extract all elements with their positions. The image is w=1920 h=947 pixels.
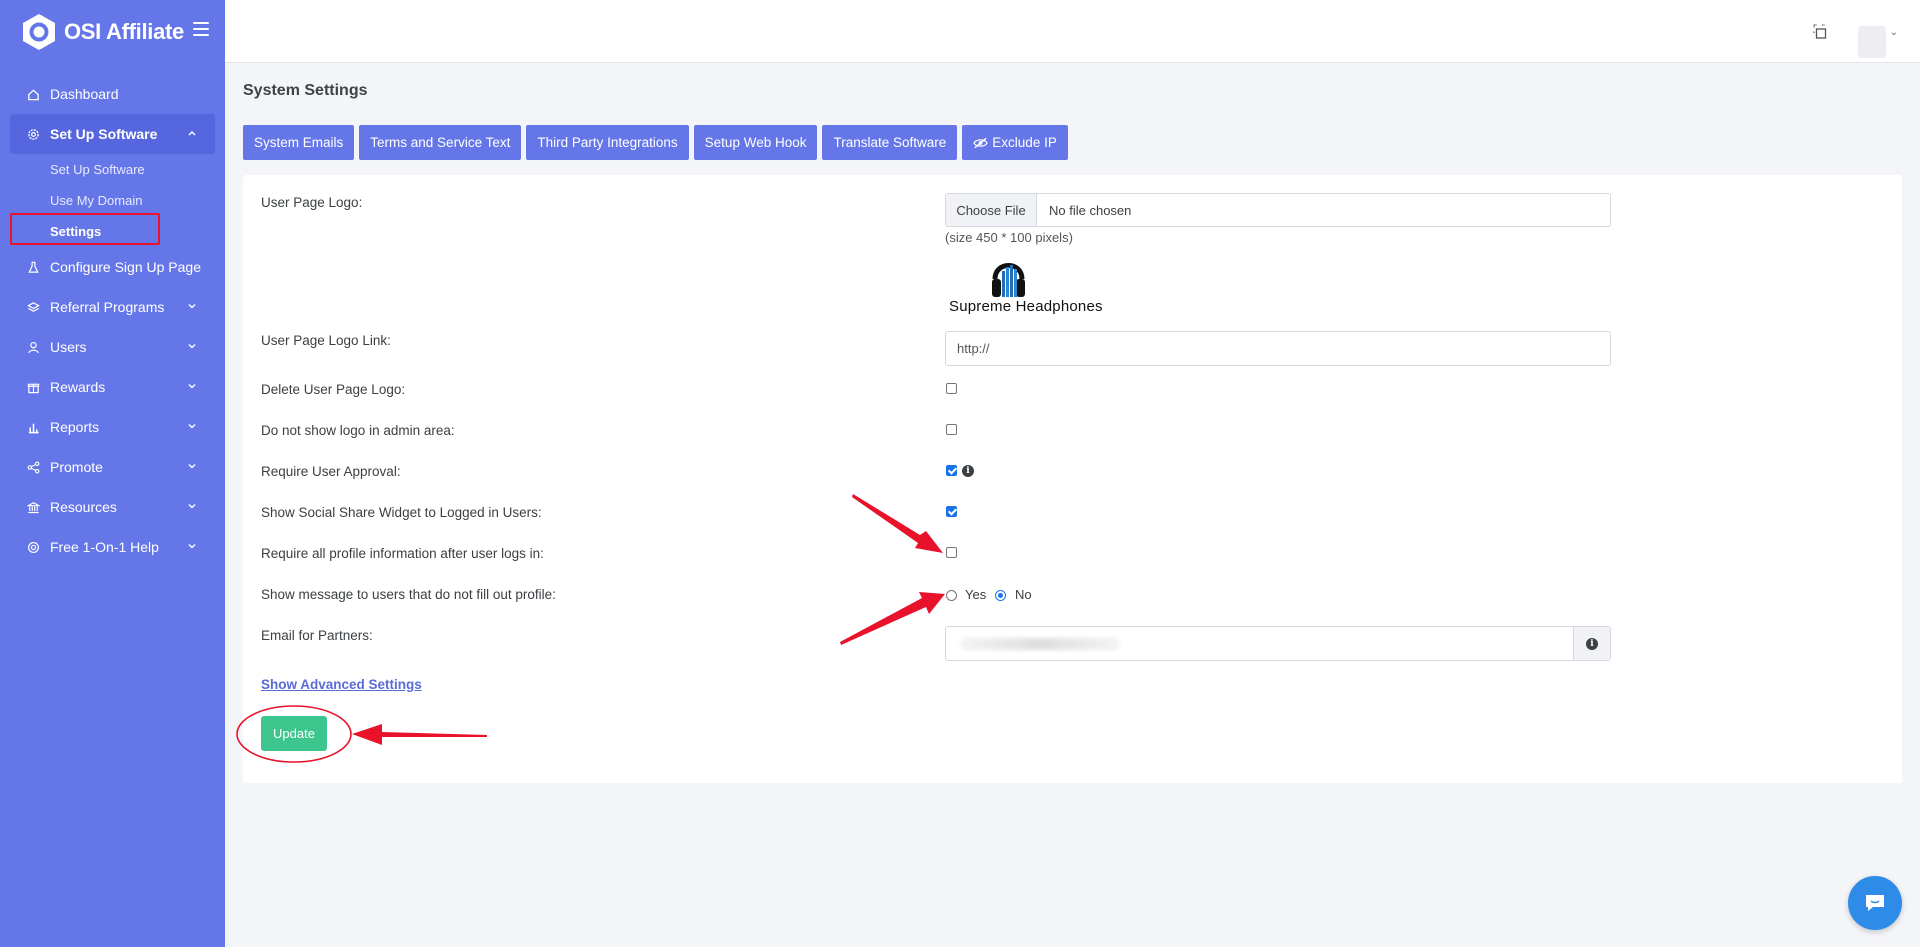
eye-slash-icon bbox=[973, 137, 989, 148]
require-approval-checkbox[interactable] bbox=[946, 465, 957, 476]
social-widget-checkbox[interactable] bbox=[946, 506, 957, 517]
radio-no-label: No bbox=[1015, 587, 1032, 602]
chat-widget-button[interactable] bbox=[1848, 876, 1902, 930]
info-icon: i bbox=[1586, 637, 1598, 650]
update-button[interactable]: Update bbox=[261, 716, 327, 751]
page-title: System Settings bbox=[243, 82, 368, 99]
sidebar-item-referral-programs[interactable]: Referral Programs bbox=[0, 287, 225, 327]
tab-setup-web-hook[interactable]: Setup Web Hook bbox=[693, 125, 818, 160]
hexagon-logo-icon bbox=[23, 14, 55, 50]
gift-icon bbox=[26, 380, 40, 394]
chevron-down-icon bbox=[188, 344, 196, 349]
radio-yes-label: Yes bbox=[965, 587, 987, 602]
sidebar-item-label: Dashboard bbox=[50, 86, 119, 102]
require-profile-checkbox[interactable] bbox=[946, 547, 957, 558]
tab-translate-software[interactable]: Translate Software bbox=[822, 125, 958, 160]
hide-logo-admin-checkbox[interactable] bbox=[946, 424, 957, 435]
sidebar-item-label: Rewards bbox=[50, 379, 106, 395]
tab-third-party-integrations[interactable]: Third Party Integrations bbox=[526, 125, 689, 160]
choose-file-button[interactable]: Choose File bbox=[946, 194, 1037, 226]
hide-logo-admin-label: Do not show logo in admin area: bbox=[261, 423, 455, 438]
chat-icon bbox=[1866, 895, 1884, 911]
logo-link-label: User Page Logo Link: bbox=[261, 333, 391, 348]
tab-terms-and-service-text[interactable]: Terms and Service Text bbox=[359, 125, 522, 160]
sidebar-item-label: Configure Sign Up Page bbox=[50, 259, 201, 275]
show-advanced-settings-link[interactable]: Show Advanced Settings bbox=[261, 677, 422, 692]
sidebar-item-label: Referral Programs bbox=[50, 299, 165, 315]
email-input-group: i bbox=[945, 626, 1611, 661]
sidebar-item-set-up-software[interactable]: Set Up Software bbox=[10, 114, 215, 154]
email-info-addon[interactable]: i bbox=[1573, 627, 1610, 660]
brand-name: OSI Affiliate bbox=[64, 19, 184, 44]
chevron-down-icon[interactable]: ⌄ bbox=[1890, 27, 1898, 38]
sidebar-item-dashboard[interactable]: Dashboard bbox=[0, 74, 225, 114]
tab-label: Exclude IP bbox=[992, 135, 1057, 150]
sidebar-item-resources[interactable]: Resources bbox=[0, 487, 225, 527]
tab-system-emails[interactable]: System Emails bbox=[243, 125, 355, 160]
show-message-label: Show message to users that do not fill o… bbox=[261, 587, 556, 602]
bank-icon bbox=[26, 500, 40, 514]
menu-toggle-icon[interactable] bbox=[193, 22, 209, 36]
chevron-down-icon bbox=[188, 424, 196, 429]
user-page-logo-label: User Page Logo: bbox=[261, 195, 363, 210]
sidebar-item-label: Reports bbox=[50, 419, 100, 435]
email-label: Email for Partners: bbox=[261, 628, 373, 643]
sidebar-item-label: Set Up Software bbox=[50, 126, 158, 142]
topbar: ⌄ bbox=[225, 0, 1920, 63]
sidebar-subitem-use-my-domain[interactable]: Use My Domain bbox=[50, 185, 225, 216]
home-icon bbox=[26, 87, 40, 101]
brand[interactable]: OSI Affiliate bbox=[0, 0, 225, 64]
logo-file-input[interactable]: Choose File No file chosen bbox=[945, 193, 1611, 227]
radio-no[interactable] bbox=[995, 590, 1006, 601]
sidebar-item-users[interactable]: Users bbox=[0, 327, 225, 367]
require-profile-label: Require all profile information after us… bbox=[261, 546, 544, 561]
sidebar-item-label: Free 1-On-1 Help bbox=[50, 539, 159, 555]
chevron-down-icon bbox=[188, 304, 196, 309]
sidebar-item-label: Promote bbox=[50, 459, 103, 475]
layers-icon bbox=[26, 300, 40, 314]
logo-size-hint: (size 450 * 100 pixels) bbox=[945, 230, 1073, 245]
radio-yes[interactable] bbox=[946, 590, 957, 601]
avatar[interactable] bbox=[1858, 26, 1886, 58]
bar-chart-icon bbox=[26, 420, 40, 434]
chevron-down-icon bbox=[188, 504, 196, 509]
sidebar-item-label: Resources bbox=[50, 499, 117, 515]
redacted-email bbox=[960, 638, 1120, 650]
require-approval-label: Require User Approval: bbox=[261, 464, 401, 479]
tab-exclude-ip[interactable]: Exclude IP bbox=[962, 125, 1068, 160]
sidebar-item-label: Users bbox=[50, 339, 87, 355]
sidebar-item-free-help[interactable]: Free 1-On-1 Help bbox=[0, 527, 225, 567]
lifebuoy-icon bbox=[26, 540, 40, 554]
file-status: No file chosen bbox=[1049, 202, 1132, 218]
user-icon bbox=[26, 340, 40, 354]
chevron-down-icon bbox=[188, 544, 196, 549]
sidebar-item-configure-sign-up-page[interactable]: Configure Sign Up Page bbox=[0, 247, 225, 287]
sidebar-item-promote[interactable]: Promote bbox=[0, 447, 225, 487]
social-widget-label: Show Social Share Widget to Logged in Us… bbox=[261, 505, 542, 520]
chevron-down-icon bbox=[188, 464, 196, 469]
delete-logo-label: Delete User Page Logo: bbox=[261, 382, 406, 397]
gear-icon bbox=[26, 127, 40, 141]
flask-icon bbox=[26, 260, 40, 274]
sidebar-subitem-set-up-software[interactable]: Set Up Software bbox=[50, 154, 225, 185]
highlight-box-settings bbox=[10, 213, 160, 245]
sidebar: OSI Affiliate Dashboard Set Up Software … bbox=[0, 0, 225, 947]
logo-caption: Supreme Headphones bbox=[949, 298, 1103, 315]
info-icon[interactable]: i bbox=[962, 465, 974, 477]
share-icon bbox=[26, 460, 40, 474]
chevron-up-icon bbox=[188, 131, 196, 136]
sidebar-item-reports[interactable]: Reports bbox=[0, 407, 225, 447]
delete-logo-checkbox[interactable] bbox=[946, 383, 957, 394]
settings-tabs: System Emails Terms and Service Text Thi… bbox=[243, 125, 1073, 160]
logo-link-input[interactable]: http:// bbox=[945, 331, 1611, 366]
sidebar-nav: Dashboard Set Up Software Set Up Softwar… bbox=[0, 74, 225, 567]
email-field[interactable] bbox=[946, 627, 1573, 660]
chevron-down-icon bbox=[188, 384, 196, 389]
sidebar-item-rewards[interactable]: Rewards bbox=[0, 367, 225, 407]
fullscreen-icon[interactable] bbox=[1812, 23, 1830, 41]
